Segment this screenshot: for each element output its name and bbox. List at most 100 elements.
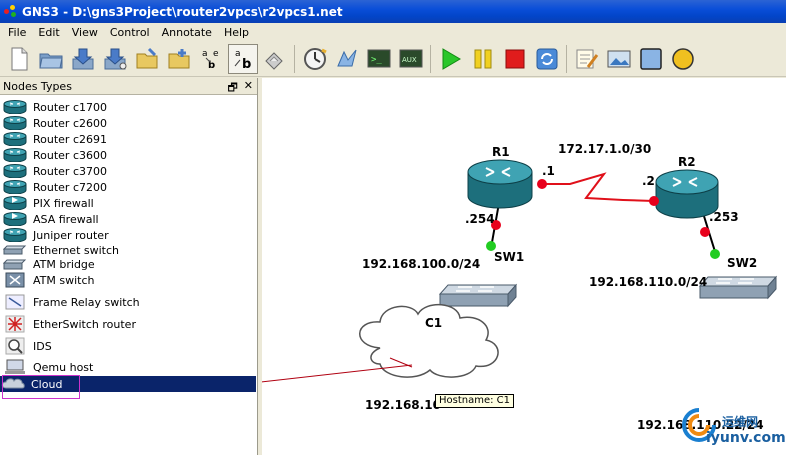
node-type-item[interactable]: Router c3700 xyxy=(2,163,107,179)
menu-edit[interactable]: Edit xyxy=(32,26,65,39)
show-interface-labels-icon[interactable]: aeb xyxy=(196,44,226,74)
router-icon xyxy=(2,131,28,147)
node-type-label: Router c3600 xyxy=(33,148,107,162)
router-r1-label: R1 xyxy=(492,145,510,159)
node-type-item[interactable]: ATM bridge xyxy=(2,256,95,272)
cloud-c1-label: C1 xyxy=(425,316,443,330)
lan2-network-label: 192.168.110.0/24 xyxy=(589,275,708,289)
r2-lan-interface-label: .253 xyxy=(709,210,739,224)
node-type-item[interactable]: ATM switch xyxy=(2,272,95,288)
router-icon xyxy=(2,179,28,195)
node-type-label: Router c2600 xyxy=(33,116,107,130)
reload-all-icon[interactable] xyxy=(532,44,562,74)
node-type-label: EtherSwitch router xyxy=(33,317,136,331)
router-icon xyxy=(2,227,28,243)
node-type-item[interactable]: ASA firewall xyxy=(2,211,99,227)
port-r2-wan-icon[interactable] xyxy=(649,196,659,206)
watermark-domain: iyunv.com xyxy=(706,430,786,446)
suspend-all-icon[interactable] xyxy=(468,44,498,74)
console-icon[interactable]: >_ xyxy=(364,44,394,74)
wan-network-label: 172.17.1.0/30 xyxy=(558,142,652,156)
open-folder-icon[interactable] xyxy=(36,44,66,74)
port-sw2-icon[interactable] xyxy=(710,249,720,259)
menu-help[interactable]: Help xyxy=(218,26,255,39)
window-title: GNS3 - D:\gns3Project\router2vpcs\r2vpcs… xyxy=(22,4,343,19)
port-r1-wan-icon[interactable] xyxy=(537,179,547,189)
node-type-label: ATM switch xyxy=(33,273,95,287)
title-bar: GNS3 - D:\gns3Project\router2vpcs\r2vpcs… xyxy=(0,0,786,23)
cloud-network-label: 192.168.10 xyxy=(365,398,441,412)
switch-sw1-icon[interactable] xyxy=(438,283,518,308)
draw-ellipse-icon[interactable] xyxy=(668,44,698,74)
show-hostnames-icon[interactable]: ab xyxy=(228,43,258,74)
node-type-label: PIX firewall xyxy=(33,196,94,210)
node-type-label: IDS xyxy=(33,339,52,353)
node-type-item[interactable]: Router c7200 xyxy=(2,179,107,195)
panel-header: Nodes Types 🗗 ✕ xyxy=(0,78,257,95)
svg-text:e: e xyxy=(213,49,219,59)
node-type-item[interactable]: Frame Relay switch xyxy=(2,294,140,310)
node-type-item[interactable]: IDS xyxy=(2,337,52,355)
svg-text:>_: >_ xyxy=(371,55,382,65)
menu-control[interactable]: Control xyxy=(104,26,156,39)
switch-sw2-icon[interactable] xyxy=(698,275,778,300)
watermark-cn: 运维网 xyxy=(722,415,759,429)
router-r1-icon[interactable] xyxy=(467,159,533,209)
node-type-label: Frame Relay switch xyxy=(33,295,140,309)
firewall-icon xyxy=(2,211,28,227)
node-type-label: Router c7200 xyxy=(33,180,107,194)
panel-title: Nodes Types xyxy=(3,79,72,93)
node-type-item[interactable]: Router c1700 xyxy=(2,99,107,115)
gns3-app-icon xyxy=(4,4,18,19)
firewall-icon xyxy=(2,195,28,211)
node-type-label: Juniper router xyxy=(33,228,109,242)
node-type-item[interactable]: Juniper router xyxy=(2,227,109,243)
node-type-item[interactable]: Qemu host xyxy=(2,359,93,375)
svg-text:b: b xyxy=(242,57,251,72)
save-as-icon[interactable] xyxy=(100,44,130,74)
router-r2-label: R2 xyxy=(678,155,696,169)
router-icon xyxy=(2,147,28,163)
node-type-item[interactable]: Router c3600 xyxy=(2,147,107,163)
float-panel-icon[interactable]: 🗗 xyxy=(227,79,237,98)
aux-console-icon[interactable]: AUX xyxy=(396,44,426,74)
node-type-item[interactable]: Router c2691 xyxy=(2,131,107,147)
node-type-label: Ethernet switch xyxy=(33,243,119,257)
node-type-label: Router c1700 xyxy=(33,100,107,114)
menu-view[interactable]: View xyxy=(66,26,104,39)
host-icon xyxy=(2,359,28,375)
topology-canvas[interactable]: R1 R2 172.17.1.0/30 .1 .2 .254 .253 SW1 … xyxy=(262,78,786,455)
port-r2-lan-icon[interactable] xyxy=(700,227,710,237)
switch-sw2-label: SW2 xyxy=(727,256,758,270)
draw-rectangle-icon[interactable] xyxy=(636,44,666,74)
open-project-icon[interactable] xyxy=(132,44,162,74)
start-all-icon[interactable] xyxy=(436,44,466,74)
console-all-icon[interactable] xyxy=(332,44,362,74)
new-file-icon[interactable] xyxy=(4,44,34,74)
serial-link-r1-r2[interactable] xyxy=(541,172,655,202)
svg-text:a: a xyxy=(235,49,241,59)
toolbar: aeb ab >_ AUX xyxy=(0,41,786,77)
r1-lan-interface-label: .254 xyxy=(465,212,495,226)
cloud-highlight-box xyxy=(2,375,80,399)
add-link-icon[interactable] xyxy=(260,44,290,74)
save-project-icon[interactable] xyxy=(164,44,194,74)
node-type-item[interactable]: PIX firewall xyxy=(2,195,94,211)
dynamips-idle-pc-icon[interactable] xyxy=(300,44,330,74)
node-type-label: Router c2691 xyxy=(33,132,107,146)
menu-annotate[interactable]: Annotate xyxy=(156,26,218,39)
menu-bar: File Edit View Control Annotate Help xyxy=(0,23,786,41)
add-note-icon[interactable] xyxy=(572,44,602,74)
close-panel-icon[interactable]: ✕ xyxy=(244,79,253,98)
node-type-item[interactable]: EtherSwitch router xyxy=(2,315,136,333)
menu-file[interactable]: File xyxy=(2,26,32,39)
node-type-item[interactable]: Router c2600 xyxy=(2,115,107,131)
node-type-label: Qemu host xyxy=(33,360,94,374)
save-icon[interactable] xyxy=(68,44,98,74)
ids-icon xyxy=(2,337,28,355)
router-icon xyxy=(2,99,28,115)
node-type-label: ATM bridge xyxy=(33,257,95,271)
insert-picture-icon[interactable] xyxy=(604,44,634,74)
stop-all-icon[interactable] xyxy=(500,44,530,74)
topology-links xyxy=(262,159,778,383)
